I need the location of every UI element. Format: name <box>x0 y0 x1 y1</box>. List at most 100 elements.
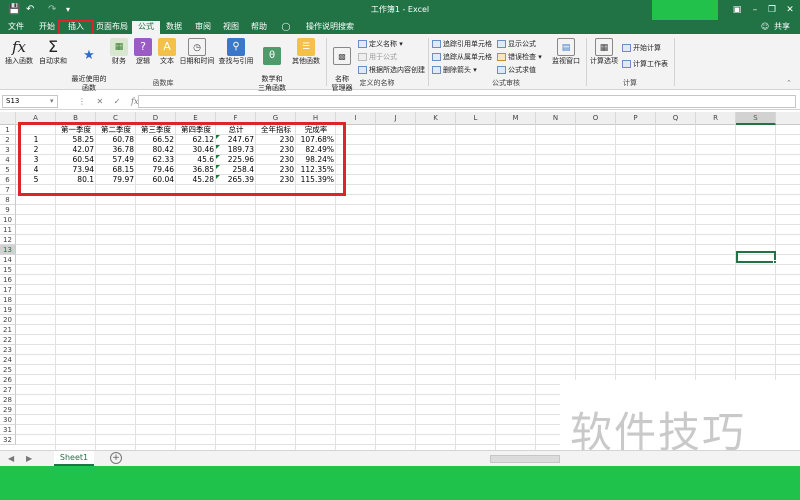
tab-help[interactable]: 帮助 <box>247 21 271 34</box>
calculate-now-button[interactable]: 开始计算 <box>622 43 661 53</box>
formula-input[interactable] <box>138 95 796 108</box>
active-cell-selection[interactable] <box>736 251 776 263</box>
tell-me-search[interactable]: 操作说明搜索 <box>294 21 366 34</box>
remove-arrows-button[interactable]: 删除箭头 ▾ <box>432 65 477 75</box>
column-header-r[interactable]: R <box>696 112 736 125</box>
prev-sheet-icon[interactable]: ◀ <box>8 453 14 465</box>
gridline-horizontal <box>16 244 800 245</box>
financial-button[interactable]: ▦ 财务 <box>108 38 130 66</box>
sheet-tab-sheet1[interactable]: Sheet1 <box>54 451 94 466</box>
row-header-2[interactable]: 2 <box>0 135 16 145</box>
add-sheet-icon[interactable]: + <box>110 452 122 464</box>
horizontal-scrollbar[interactable] <box>490 455 560 463</box>
use-in-formula-icon <box>358 53 367 61</box>
row-header-19[interactable]: 19 <box>0 305 16 315</box>
row-header-26[interactable]: 26 <box>0 375 16 385</box>
column-header-k[interactable]: K <box>416 112 456 125</box>
cancel-entry-icon[interactable]: ✕ <box>97 97 104 106</box>
row-header-13[interactable]: 13 <box>0 245 16 255</box>
row-header-20[interactable]: 20 <box>0 315 16 325</box>
minimize-icon[interactable]: – <box>746 2 764 18</box>
row-header-12[interactable]: 12 <box>0 235 16 245</box>
column-header-j[interactable]: J <box>376 112 416 125</box>
row-header-22[interactable]: 22 <box>0 335 16 345</box>
column-header-n[interactable]: N <box>536 112 576 125</box>
row-header-24[interactable]: 24 <box>0 355 16 365</box>
row-header-6[interactable]: 6 <box>0 175 16 185</box>
text-button[interactable]: A 文本 <box>156 38 178 66</box>
evaluate-formula-button[interactable]: 公式求值 <box>497 65 536 75</box>
column-header-p[interactable]: P <box>616 112 656 125</box>
row-header-11[interactable]: 11 <box>0 225 16 235</box>
row-header-4[interactable]: 4 <box>0 155 16 165</box>
tab-view[interactable]: 视图 <box>219 21 243 34</box>
row-header-9[interactable]: 9 <box>0 205 16 215</box>
calc-options-button[interactable]: ▦ 计算选项 <box>588 38 620 66</box>
calculate-sheet-button[interactable]: 计算工作表 <box>622 59 668 69</box>
row-header-1[interactable]: 1 <box>0 125 16 135</box>
trace-precedents-button[interactable]: 追踪引用单元格 <box>432 39 492 49</box>
show-formulas-button[interactable]: 显示公式 <box>497 39 536 49</box>
row-header-23[interactable]: 23 <box>0 345 16 355</box>
select-all-corner[interactable] <box>0 112 16 125</box>
datetime-button[interactable]: ◷ 日期和时间 <box>178 38 216 66</box>
title-bar: 💾 ↶ ↷ ▾ 工作簿1 - Excel ▣ – ❐ ✕ <box>0 0 800 20</box>
column-header-l[interactable]: L <box>456 112 496 125</box>
column-header-q[interactable]: Q <box>656 112 696 125</box>
tab-data[interactable]: 数据 <box>162 21 186 34</box>
tab-review[interactable]: 审阅 <box>191 21 215 34</box>
row-header-27[interactable]: 27 <box>0 385 16 395</box>
row-header-29[interactable]: 29 <box>0 405 16 415</box>
error-checking-button[interactable]: 错误检查 ▾ <box>497 52 542 62</box>
restore-icon[interactable]: ❐ <box>763 2 781 18</box>
watch-window-button[interactable]: ▤ 监视窗口 <box>550 38 582 66</box>
gridline-horizontal <box>16 354 800 355</box>
column-header-m[interactable]: M <box>496 112 536 125</box>
row-header-7[interactable]: 7 <box>0 185 16 195</box>
gridline-horizontal <box>16 264 800 265</box>
row-header-3[interactable]: 3 <box>0 145 16 155</box>
row-header-32[interactable]: 32 <box>0 435 16 445</box>
row-header-25[interactable]: 25 <box>0 365 16 375</box>
tab-home[interactable]: 开始 <box>36 21 58 34</box>
fill-handle[interactable] <box>773 260 777 264</box>
lookup-button[interactable]: ⚲ 查找与引用 <box>216 38 256 66</box>
share-button[interactable]: 共享 <box>772 21 792 34</box>
name-box-dropdown-icon[interactable]: ▾ <box>50 95 54 108</box>
row-header-8[interactable]: 8 <box>0 195 16 205</box>
row-header-28[interactable]: 28 <box>0 395 16 405</box>
tab-insert[interactable]: 插入 <box>58 20 94 35</box>
create-from-selection-button[interactable]: 根据所选内容创建 <box>358 65 425 75</box>
insert-function-button[interactable]: fx 插入函数 <box>2 38 36 66</box>
group-label-calculation: 计算 <box>623 79 637 87</box>
column-header-o[interactable]: O <box>576 112 616 125</box>
close-icon[interactable]: ✕ <box>781 2 799 18</box>
next-sheet-icon[interactable]: ▶ <box>26 453 32 465</box>
tab-page-layout[interactable]: 页面布局 <box>95 21 129 34</box>
row-header-15[interactable]: 15 <box>0 265 16 275</box>
row-header-14[interactable]: 14 <box>0 255 16 265</box>
tab-file[interactable]: 文件 <box>6 21 26 34</box>
define-name-button[interactable]: 定义名称 ▾ <box>358 39 403 49</box>
column-header-s[interactable]: S <box>736 112 776 125</box>
row-header-30[interactable]: 30 <box>0 415 16 425</box>
row-header-16[interactable]: 16 <box>0 275 16 285</box>
ribbon-options-icon[interactable]: ▣ <box>728 2 746 18</box>
tab-formulas[interactable]: 公式 <box>132 21 160 34</box>
row-header-18[interactable]: 18 <box>0 295 16 305</box>
more-functions-button[interactable]: ☰ 其他函数 <box>290 38 322 66</box>
collapse-ribbon-icon[interactable]: ⌃ <box>786 78 792 88</box>
logical-button[interactable]: ? 逻辑 <box>132 38 154 66</box>
trace-dependents-button[interactable]: 追踪从属单元格 <box>432 52 492 62</box>
row-header-31[interactable]: 31 <box>0 425 16 435</box>
autosum-button[interactable]: Σ 自动求和 <box>36 38 70 66</box>
gridline-horizontal <box>16 334 800 335</box>
confirm-entry-icon[interactable]: ✓ <box>114 97 121 106</box>
row-header-17[interactable]: 17 <box>0 285 16 295</box>
row-header-5[interactable]: 5 <box>0 165 16 175</box>
row-header-10[interactable]: 10 <box>0 215 16 225</box>
gridline-horizontal <box>16 274 800 275</box>
row-header-21[interactable]: 21 <box>0 325 16 335</box>
fx-icon: fx <box>11 38 26 56</box>
use-in-formula-button[interactable]: 用于公式 <box>358 52 397 62</box>
